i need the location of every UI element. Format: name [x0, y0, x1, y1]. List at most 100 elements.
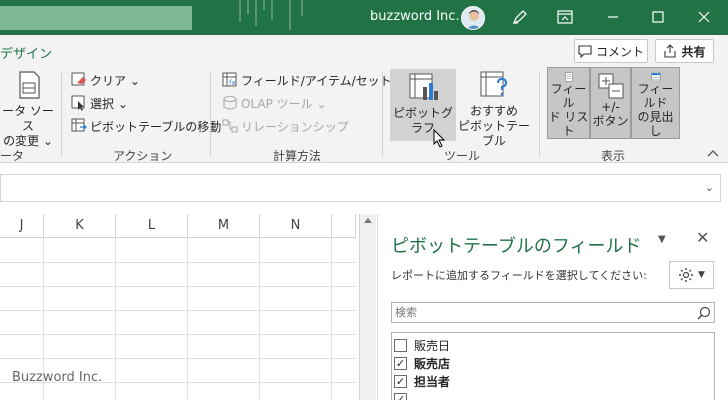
group-divider [382, 71, 383, 157]
plus-minus-line1: +/- [601, 100, 620, 114]
gridline [0, 334, 356, 335]
pane-title: ピボットテーブルのフィールド [391, 236, 642, 257]
fields-items-sets-button[interactable]: fx フィールド/アイテム/セット ⌄ [222, 70, 406, 90]
field-search-input[interactable] [392, 303, 682, 322]
gridline [0, 262, 356, 263]
field-headers-toggle[interactable]: フィールド の見出し [631, 67, 680, 139]
olap-icon [223, 96, 237, 110]
gridline [0, 310, 356, 311]
field-item[interactable]: 販売日 [394, 336, 450, 354]
tools-group-label: ツール [444, 149, 481, 163]
collapse-ribbon-icon[interactable] [707, 149, 719, 157]
field-label: 担当者 [414, 374, 451, 389]
expand-formula-bar-icon[interactable]: ⌄ [705, 181, 714, 194]
field-headers-line2: の見出し [637, 110, 674, 138]
field-list-toggle[interactable]: フィール ド リスト [547, 67, 590, 139]
restore-icon[interactable] [649, 8, 667, 26]
field-label: 販売日 [414, 338, 451, 353]
relationships-label: リレーションシップ [241, 119, 349, 134]
search-box[interactable] [0, 6, 192, 30]
select-label: 選択 ⌄ [90, 96, 128, 111]
move-pivottable-icon [71, 118, 87, 132]
field-headers-line1: フィールド [637, 82, 674, 110]
recommended-line2: ピボットテーブル [457, 119, 530, 148]
share-label: 共有 [681, 44, 706, 59]
comment-icon [578, 45, 592, 58]
field-label: 販売店 [414, 356, 451, 371]
close-icon[interactable] [695, 8, 713, 26]
group-divider [539, 71, 540, 157]
account-name[interactable]: buzzword Inc. [370, 9, 460, 24]
pen-icon[interactable] [511, 8, 529, 26]
field-checkbox[interactable]: ✓ [394, 356, 407, 370]
column-header[interactable]: L [116, 214, 188, 238]
field-list-icon [565, 72, 572, 82]
recommended-line1: おすすめ [469, 104, 518, 118]
field-list-line2: ド リスト [548, 110, 589, 138]
field-item[interactable]: ✓ 販売店 [394, 354, 450, 372]
field-headers-icon [651, 72, 660, 82]
tab-design[interactable]: デザイン [0, 43, 52, 62]
vertical-scrollbar[interactable] [359, 214, 376, 400]
move-pivottable-button[interactable]: ピボットテーブルの移動 [71, 116, 221, 136]
change-data-source-button[interactable]: ータ ソース の変更 ⌄ [0, 69, 56, 149]
search-icon[interactable] [696, 305, 712, 321]
data-source-icon [19, 71, 40, 99]
change-source-line1: ータ ソース [2, 104, 54, 133]
recommended-pivottables-button[interactable]: おすすめ ピボットテーブル [457, 69, 531, 149]
field-item[interactable]: ✓ [394, 390, 407, 400]
plus-minus-buttons-toggle[interactable]: +/- ボタン [590, 67, 631, 139]
calc-group-label: 計算方法 [273, 149, 322, 163]
pane-close-icon[interactable]: ✕ [696, 228, 709, 247]
field-checkbox[interactable] [394, 338, 407, 352]
move-pivottable-label: ピボットテーブルの移動 [90, 119, 222, 134]
group-divider [210, 71, 211, 157]
field-list-line1: フィール [550, 82, 587, 110]
column-header[interactable]: N [260, 214, 332, 238]
pane-subtitle: レポートに追加するフィールドを選択してください: [391, 269, 647, 282]
layout-settings-button[interactable]: ▼ [669, 261, 714, 289]
relationships-icon [222, 119, 238, 133]
field-checkbox[interactable]: ✓ [394, 392, 407, 400]
clear-button[interactable]: クリア ⌄ [71, 70, 140, 90]
group-divider [61, 71, 62, 157]
title-decoration [239, 0, 303, 30]
plus-minus-icon [598, 73, 623, 99]
field-search-box[interactable] [391, 302, 715, 323]
field-checkbox[interactable]: ✓ [394, 374, 407, 388]
column-header[interactable]: M [188, 214, 260, 238]
fields-items-sets-label: フィールド/アイテム/セット ⌄ [241, 73, 406, 88]
recommended-pivottables-icon [480, 71, 508, 97]
share-icon [664, 44, 677, 58]
olap-tools-button[interactable]: OLAP ツール ⌄ [222, 93, 327, 113]
avatar[interactable] [461, 6, 485, 30]
column-header[interactable]: J [0, 214, 44, 238]
ribbon-tabs: デザイン コメント 共有 [0, 35, 728, 67]
share-button[interactable]: 共有 [655, 39, 714, 63]
formula-bar[interactable]: ⌄ [0, 174, 721, 202]
comment-button[interactable]: コメント [574, 39, 648, 63]
minimize-icon[interactable] [604, 8, 622, 26]
svg-text:fx: fx [229, 79, 236, 87]
ribbon: ータ ソース の変更 ⌄ ータ クリア ⌄ 選択 ⌄ ピボットテーブルの移動 ア… [0, 67, 728, 163]
column-header[interactable]: K [44, 214, 116, 238]
show-group-label: 表示 [601, 149, 626, 163]
gridline [0, 358, 356, 359]
scroll-up-icon[interactable] [364, 218, 372, 223]
select-icon [71, 95, 85, 111]
fields-items-icon: fx [222, 72, 237, 87]
field-item[interactable]: ✓ 担当者 [394, 372, 450, 390]
data-group-label: ータ [0, 149, 25, 163]
clear-icon [71, 72, 86, 86]
select-button[interactable]: 選択 ⌄ [71, 93, 128, 113]
watermark: Buzzword Inc. [12, 370, 103, 385]
pivot-chart-icon [409, 73, 438, 100]
pane-options-dropdown-icon[interactable]: ▼ [658, 234, 666, 245]
ribbon-display-icon[interactable] [556, 8, 574, 26]
relationships-button[interactable]: リレーションシップ [222, 116, 349, 136]
field-list: 販売日 ✓ 販売店 ✓ 担当者 ✓ [391, 332, 715, 400]
plus-minus-line2: ボタン [592, 114, 629, 128]
pivottable-fields-pane: ピボットテーブルのフィールド ▼ ✕ レポートに追加するフィールドを選択してくだ… [377, 214, 728, 400]
column-header[interactable] [332, 214, 356, 238]
title-bar: buzzword Inc. [0, 0, 728, 35]
